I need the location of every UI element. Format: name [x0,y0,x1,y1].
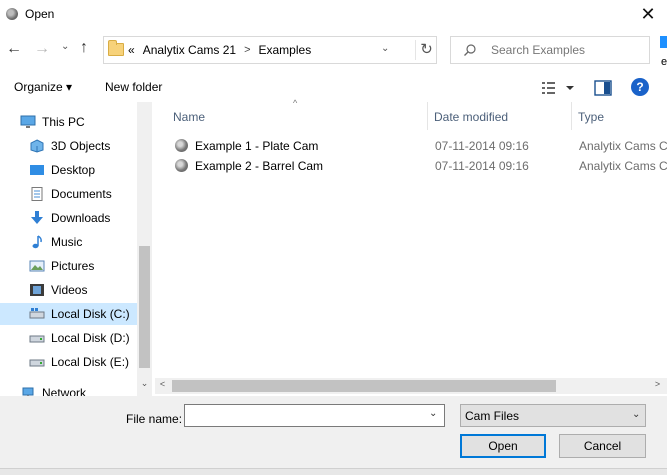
network-icon [20,386,36,396]
file-name-input[interactable] [184,404,445,427]
file-name: Example 2 - Barrel Cam [195,159,324,173]
sidebar-item-music[interactable]: Music [29,231,82,253]
toolbar: Organize ▾ New folder ? [0,74,667,102]
breadcrumb-examples[interactable]: Examples [259,43,312,57]
sidebar-item-3d-objects[interactable]: 3D Objects [29,135,110,157]
recent-locations-chevron-icon[interactable]: ⌄ [61,41,75,59]
sidebar-item-local-disk-c[interactable]: Local Disk (C:) [0,303,137,325]
file-type-chevron-icon: ⌄ [632,409,641,420]
forward-arrow-icon[interactable]: → [34,40,52,60]
pictures-icon [29,259,45,273]
file-date: 07-11-2014 09:16 [435,159,529,173]
nav-scrollbar-thumb[interactable] [139,246,150,368]
file-type: Analytix Cams C [579,139,667,153]
column-header-type[interactable]: Type [578,110,604,124]
cam-file-icon [175,139,188,152]
column-divider[interactable] [571,102,572,130]
sidebar-item-label: 3D Objects [51,139,111,153]
column-divider[interactable] [427,102,428,130]
music-icon [29,235,45,249]
scroll-left-icon[interactable]: < [155,379,170,393]
drive-icon [29,355,45,369]
sort-ascending-icon: ^ [293,98,298,108]
sidebar-item-label: Pictures [51,259,95,273]
preview-pane-icon[interactable] [594,80,612,96]
refresh-icon[interactable]: ↻ [415,40,437,60]
sidebar-item-downloads[interactable]: Downloads [29,207,110,229]
up-arrow-icon[interactable]: ↑ [80,39,98,61]
file-name-label: File name: [126,412,183,426]
sidebar-item-documents[interactable]: Documents [29,183,112,205]
download-icon [29,211,45,225]
breadcrumb-analytix-cams-21[interactable]: Analytix Cams 21 [143,43,236,57]
sidebar-item-label: This PC [42,115,85,129]
breadcrumb-overflow[interactable]: « [128,43,135,57]
file-type-select[interactable]: Cam Files ⌄ [460,404,646,427]
document-icon [29,187,45,201]
window-title: Open [25,7,55,21]
column-header-name[interactable]: Name [173,110,205,124]
horizontal-scrollbar-thumb[interactable] [172,380,556,392]
file-date: 07-11-2014 09:16 [435,139,529,153]
breadcrumb-separator-icon[interactable]: > [244,44,250,56]
nav-scroll-down-icon[interactable]: ⌄ [137,378,152,394]
file-list: Name Date modified Type Example 1 - Plat… [152,102,667,396]
navigation-pane: This PC 3D Objects Desktop Documents Dow… [0,102,152,396]
sidebar-item-label: Music [51,235,83,249]
help-icon[interactable]: ? [631,78,649,96]
file-type-value: Cam Files [465,409,520,423]
sidebar-item-label: Local Disk (E:) [51,355,130,369]
open-button[interactable]: Open [460,434,546,458]
folder-icon [108,40,124,56]
cam-file-icon [175,159,188,172]
background-window-strip [0,468,667,475]
scroll-right-icon[interactable]: > [650,379,665,393]
search-icon [464,44,476,56]
view-options-icon[interactable] [541,79,575,97]
sidebar-item-label: Local Disk (D:) [51,331,130,345]
search-placeholder: Search Examples [491,43,586,57]
column-header-date-modified[interactable]: Date modified [434,110,508,124]
organize-button[interactable]: Organize ▾ [14,80,72,94]
file-name-dropdown-chevron-icon[interactable]: ⌄ [429,408,437,419]
new-folder-button[interactable]: New folder [105,80,162,94]
app-cam-icon [6,8,18,20]
pc-icon [20,115,36,129]
title-bar: Open ✕ [0,0,667,30]
breadcrumb: « Analytix Cams 21 > Examples [128,43,311,57]
file-row-example-2[interactable]: Example 2 - Barrel Cam 07-11-2014 09:16 … [175,156,667,176]
sidebar-item-network[interactable]: Network [20,382,86,396]
drive-icon [29,331,45,345]
sidebar-item-desktop[interactable]: Desktop [29,159,95,181]
sidebar-item-videos[interactable]: Videos [29,279,87,301]
video-icon [29,283,45,297]
address-dropdown-chevron-icon[interactable]: ⌄ [381,43,389,54]
desktop-icon [29,163,45,177]
file-name: Example 1 - Plate Cam [195,139,319,153]
sidebar-item-label: Videos [51,283,88,297]
back-arrow-icon[interactable]: ← [6,40,24,60]
search-input[interactable]: Search Examples [450,36,650,64]
background-window-text: e [661,56,667,68]
background-window-edge [660,36,667,48]
sidebar-item-label: Local Disk (C:) [51,307,130,321]
sidebar-item-label: Network [42,386,87,396]
sidebar-item-local-disk-d[interactable]: Local Disk (D:) [29,327,130,349]
cancel-button[interactable]: Cancel [559,434,646,458]
sidebar-item-label: Downloads [51,211,111,225]
sidebar-item-local-disk-e[interactable]: Local Disk (E:) [29,351,129,373]
file-row-example-1[interactable]: Example 1 - Plate Cam 07-11-2014 09:16 A… [175,136,667,156]
sidebar-item-pictures[interactable]: Pictures [29,255,94,277]
drive-icon [29,307,45,321]
file-type: Analytix Cams C [579,159,667,173]
sidebar-item-label: Documents [51,187,112,201]
sidebar-item-label: Desktop [51,163,96,177]
address-bar[interactable]: « Analytix Cams 21 > Examples ⌄ ↻ [103,36,437,64]
close-icon[interactable]: ✕ [636,2,660,26]
sidebar-item-this-pc[interactable]: This PC [20,111,85,133]
cube-icon [29,139,45,153]
